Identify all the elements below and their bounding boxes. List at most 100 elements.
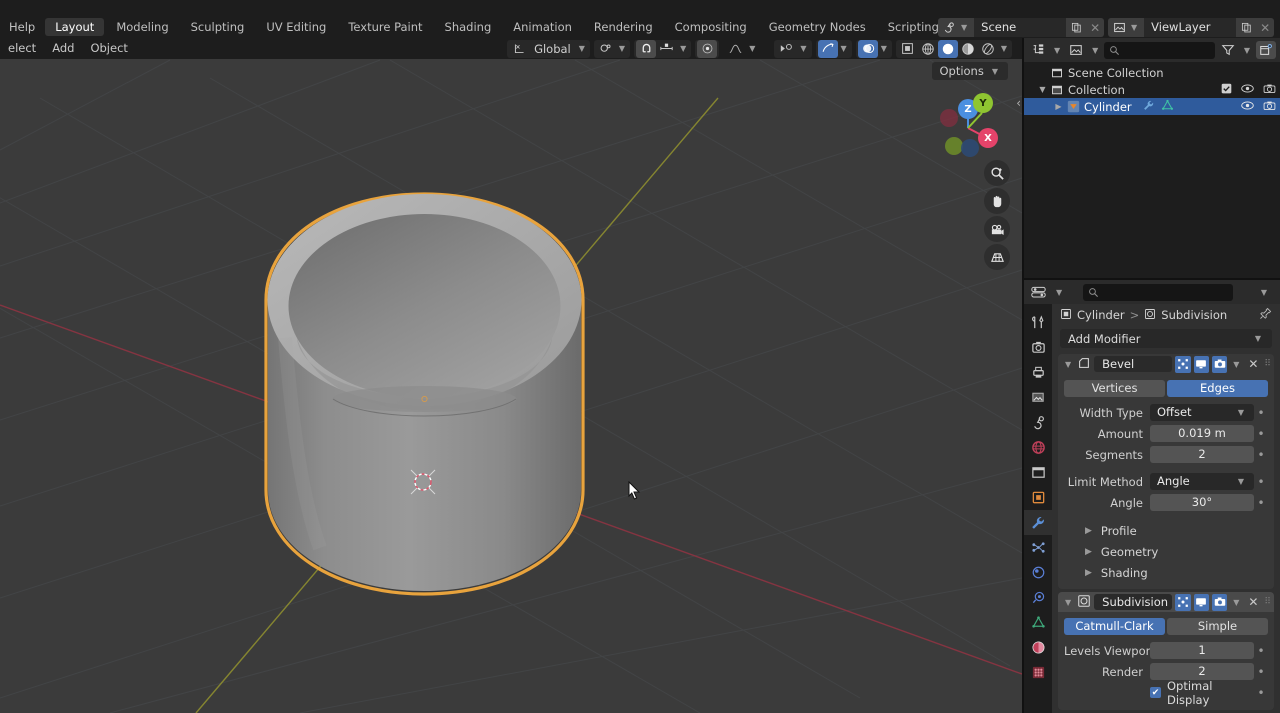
collapse-arrow-icon[interactable]: ▼ (1036, 85, 1049, 94)
bevel-angle-field[interactable]: 30° (1150, 494, 1254, 511)
zoom-icon[interactable] (984, 160, 1010, 186)
workspace-tab-compositing[interactable]: Compositing (665, 18, 757, 36)
properties-editor[interactable]: ▼ ▼ Cylinder > Subdivision Add Modifier … (1024, 280, 1280, 713)
properties-tab-tool[interactable] (1024, 310, 1052, 335)
modifier-header-bevel[interactable]: ▼ Bevel ▼ ✕ ⠿ (1058, 354, 1274, 374)
render-toggle[interactable] (1211, 355, 1228, 373)
collapse-arrow-icon[interactable]: ▼ (1062, 360, 1074, 369)
camera-icon[interactable] (1263, 83, 1276, 97)
viewport-shading-group[interactable]: ▼ (895, 39, 1012, 58)
bevel-amount-field[interactable]: 0.019 m (1150, 425, 1254, 442)
menu-help[interactable]: Help (0, 16, 44, 38)
outliner-row-cylinder[interactable]: ▶ Cylinder (1024, 98, 1280, 115)
orthographic-grid-icon[interactable] (984, 244, 1010, 270)
breadcrumb-object-name[interactable]: Cylinder (1077, 308, 1125, 322)
rendered-shading-icon[interactable] (978, 40, 998, 58)
checkbox-checked[interactable]: ✔ (1150, 687, 1161, 698)
scene-idblock[interactable]: ▼ Scene ✕ (938, 18, 1105, 37)
navigation-gizmo[interactable]: Z Y X (930, 90, 1006, 166)
toggle-local-view-icon[interactable] (898, 40, 918, 58)
subdivision-levels-viewport-field[interactable]: 1 (1150, 642, 1254, 659)
properties-tab-texture[interactable] (1024, 660, 1052, 685)
pin-icon[interactable] (1259, 307, 1272, 323)
properties-tab-scene[interactable] (1024, 410, 1052, 435)
workspace-tab-uv-editing[interactable]: UV Editing (256, 18, 336, 36)
viewport-options-button[interactable]: Options ▼ (932, 62, 1008, 80)
modifier-name-bevel[interactable]: Bevel (1094, 356, 1173, 372)
transform-orientation-selector[interactable]: Global ▼ (507, 39, 590, 58)
viewport-menu-add[interactable]: Add (44, 38, 82, 59)
new-viewlayer-button[interactable] (1236, 18, 1257, 37)
show-overlays-icon[interactable] (817, 39, 838, 58)
modifier-header-subdivision[interactable]: ▼ Subdivision ▼ ✕ ⠿ (1058, 592, 1274, 612)
subdivision-simple[interactable]: Simple (1167, 618, 1268, 635)
workspace-tab-texture-paint[interactable]: Texture Paint (338, 18, 432, 36)
open-sidebar-arrow-icon[interactable]: ‹ (1016, 96, 1021, 110)
bevel-subpanel-geometry[interactable]: ▶ Geometry (1064, 541, 1268, 562)
bevel-subpanel-shading[interactable]: ▶ Shading (1064, 562, 1268, 583)
wireframe-shading-icon[interactable] (918, 40, 938, 58)
subdivision-catmull-clark[interactable]: Catmull-Clark (1064, 618, 1165, 635)
realtime-toggle[interactable] (1193, 355, 1209, 373)
realtime-toggle[interactable] (1193, 593, 1209, 611)
unlink-scene-button[interactable]: ✕ (1086, 18, 1105, 37)
proportional-editing-icon[interactable] (697, 39, 718, 58)
properties-tab-collection[interactable] (1024, 460, 1052, 485)
subdivision-render-field[interactable]: 2 (1150, 663, 1254, 680)
pivot-point-selector[interactable]: ▼ (593, 39, 631, 58)
outliner-editor[interactable]: ▼ ▼ ▼ Scene Collection ▼ Collection ▶ Cy… (1024, 38, 1280, 278)
bevel-subpanel-profile[interactable]: ▶ Profile (1064, 520, 1268, 541)
outliner-search-input[interactable] (1104, 41, 1215, 59)
breadcrumb-modifier-name[interactable]: Subdivision (1161, 308, 1227, 322)
workspace-tab-shading[interactable]: Shading (435, 18, 502, 36)
snap-magnet-icon[interactable] (636, 39, 657, 58)
animate-property-dot[interactable]: • (1254, 496, 1268, 510)
animate-property-dot[interactable]: • (1254, 475, 1268, 489)
camera-icon[interactable] (984, 216, 1010, 242)
remove-modifier-button[interactable]: ✕ (1245, 595, 1261, 609)
edit-mode-toggle[interactable] (1175, 355, 1191, 373)
checkbox-checked[interactable] (1221, 83, 1232, 97)
mesh-data-icon[interactable] (1161, 99, 1174, 115)
viewlayer-idblock[interactable]: ▼ ViewLayer ✕ (1108, 18, 1275, 37)
bevel-width-type-dropdown[interactable]: Offset ▼ (1150, 404, 1254, 421)
eye-icon[interactable] (1241, 83, 1254, 97)
render-toggle[interactable] (1211, 593, 1228, 611)
snap-target-icon[interactable] (656, 40, 677, 58)
workspace-tab-rendering[interactable]: Rendering (584, 18, 663, 36)
show-gizmo-icon[interactable] (776, 40, 797, 58)
workspace-tab-animation[interactable]: Animation (503, 18, 582, 36)
outliner-display-icon[interactable] (1028, 41, 1048, 59)
bevel-affect-vertices[interactable]: Vertices (1064, 380, 1165, 397)
properties-tab-view-layer[interactable] (1024, 385, 1052, 410)
modifier-panel-subdivision[interactable]: ▼ Subdivision ▼ ✕ ⠿ Catmull-Clark Simple… (1058, 592, 1274, 710)
bevel-limit-method-dropdown[interactable]: Angle ▼ (1150, 473, 1254, 490)
properties-tab-data[interactable] (1024, 610, 1052, 635)
outliner-row-scene-collection[interactable]: Scene Collection (1024, 64, 1280, 81)
expand-arrow-icon[interactable]: ▶ (1052, 102, 1065, 111)
animate-property-dot[interactable]: • (1254, 406, 1268, 420)
add-modifier-button[interactable]: Add Modifier ▼ (1060, 329, 1272, 348)
chevron-down-icon[interactable]: ▼ (1258, 288, 1270, 297)
viewport-menu-object[interactable]: Object (82, 38, 135, 59)
properties-tab-constraints[interactable] (1024, 585, 1052, 610)
properties-tab-output[interactable] (1024, 360, 1052, 385)
pan-hand-icon[interactable] (984, 188, 1010, 214)
properties-search-input[interactable] (1083, 283, 1234, 301)
remove-modifier-button[interactable]: ✕ (1245, 357, 1261, 371)
properties-tab-render[interactable] (1024, 335, 1052, 360)
xray-toggle-icon[interactable] (857, 39, 878, 58)
proportional-editing-group[interactable] (695, 39, 720, 58)
funnel-icon[interactable] (1218, 41, 1238, 59)
overlays-group[interactable]: ▼ (815, 39, 852, 58)
solid-shading-icon[interactable] (937, 39, 958, 58)
gizmo-axis-x[interactable]: X (978, 128, 998, 148)
workspace-tab-modeling[interactable]: Modeling (106, 18, 178, 36)
id-filter-icon[interactable] (1066, 41, 1086, 59)
proportional-falloff-group[interactable]: ▼ (723, 40, 760, 58)
modifier-name-subdivision[interactable]: Subdivision (1094, 594, 1173, 610)
properties-tab-physics[interactable] (1024, 560, 1052, 585)
modifier-panel-bevel[interactable]: ▼ Bevel ▼ ✕ ⠿ Vertices Edges Width Type … (1058, 354, 1274, 589)
xray-group[interactable]: ▼ (855, 39, 892, 58)
properties-tab-particles[interactable] (1024, 535, 1052, 560)
